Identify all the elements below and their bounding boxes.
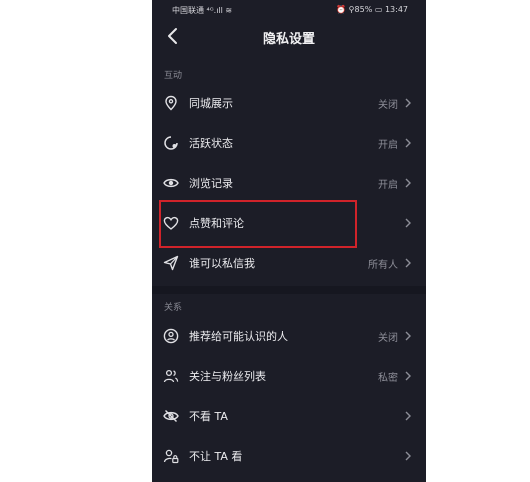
chevron-right-icon — [405, 411, 411, 421]
row-label: 活跃状态 — [189, 137, 233, 150]
user-circle-icon — [163, 328, 179, 344]
row-label: 推荐给可能认识的人 — [189, 330, 288, 343]
row-label: 关注与粉丝列表 — [189, 370, 266, 383]
settings-row-hide-ta[interactable]: 不看 TA — [152, 396, 426, 436]
row-value: 关闭 — [378, 333, 398, 344]
settings-row-browsing[interactable]: 浏览记录 开启 — [152, 163, 426, 203]
settings-row-follow-list[interactable]: 关注与粉丝列表 私密 — [152, 356, 426, 396]
activity-status-icon — [164, 136, 178, 150]
users-icon — [163, 369, 179, 383]
status-right: ⏰ ⚲85% ▭ 13:47 — [336, 5, 408, 14]
row-value: 关闭 — [378, 100, 398, 111]
chevron-right-icon — [405, 331, 411, 341]
eye-icon — [163, 178, 179, 188]
status-bar: 中国联通 ⁴ᴳ.ıll ≋ ⏰ ⚲85% ▭ 13:47 — [152, 0, 426, 20]
section-title-relationship: 关系 — [164, 303, 183, 313]
row-label: 浏览记录 — [189, 177, 233, 190]
send-icon — [163, 255, 179, 271]
row-value: 开启 — [378, 140, 398, 151]
chevron-right-icon — [405, 371, 411, 381]
chevron-right-icon — [405, 138, 411, 148]
row-label: 不看 TA — [189, 410, 228, 423]
settings-row-nearby[interactable]: 同城展示 关闭 — [152, 83, 426, 123]
settings-row-direct-message[interactable]: 谁可以私信我 所有人 — [152, 243, 426, 283]
row-label: 同城展示 — [189, 97, 233, 110]
location-pin-icon — [165, 95, 177, 111]
row-label: 不让 TA 看 — [189, 450, 243, 463]
chevron-right-icon — [405, 451, 411, 461]
section-title-interaction: 互动 — [164, 71, 183, 81]
section-divider — [152, 286, 426, 294]
page-title: 隐私设置 — [262, 32, 315, 47]
row-value: 私密 — [378, 373, 398, 384]
settings-row-recommend[interactable]: 推荐给可能认识的人 关闭 — [152, 316, 426, 356]
carrier-text: 中国联通 ⁴ᴳ.ıll ≋ — [172, 6, 233, 15]
settings-row-block-ta[interactable]: 不让 TA 看 — [152, 436, 426, 476]
eye-off-icon — [163, 410, 179, 422]
row-value: 所有人 — [368, 260, 398, 271]
chevron-right-icon — [405, 98, 411, 108]
user-lock-icon — [163, 449, 179, 464]
highlight-box — [159, 200, 357, 248]
nav-bar: 隐私设置 — [152, 22, 426, 52]
settings-row-activity[interactable]: 活跃状态 开启 — [152, 123, 426, 163]
row-value: 开启 — [378, 180, 398, 191]
chevron-right-icon — [405, 178, 411, 188]
chevron-right-icon — [405, 218, 411, 228]
row-label: 谁可以私信我 — [189, 257, 255, 270]
chevron-right-icon — [405, 258, 411, 268]
